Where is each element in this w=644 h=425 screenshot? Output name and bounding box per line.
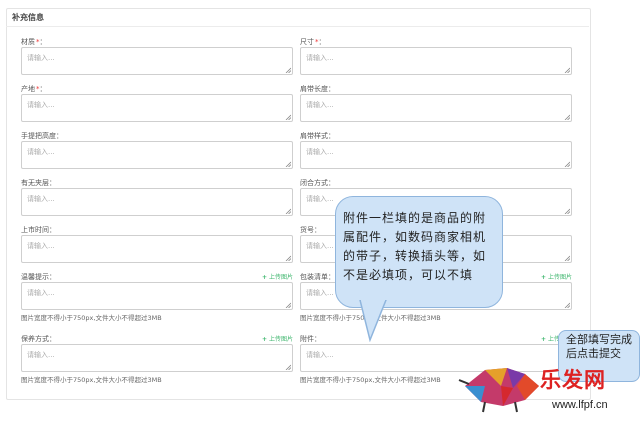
strap-style-label: 肩带样式 [300,132,328,140]
handle-height-input[interactable]: 请输入... [21,141,293,169]
maintenance-label: 保养方式 [21,335,49,343]
strap-style-input[interactable]: 请输入... [300,141,572,169]
warm-tips-upload-button[interactable]: + 上传图片 [262,272,293,281]
interlayer-input[interactable]: 请输入... [21,188,293,216]
model-label: 货号 [300,226,314,234]
package-list-upload-button[interactable]: + 上传图片 [541,272,572,281]
bubble-tail [359,300,387,342]
resize-grip-icon[interactable] [285,114,291,120]
resize-grip-icon[interactable] [285,161,291,167]
resize-grip-icon[interactable] [564,255,570,261]
resize-grip-icon[interactable] [564,114,570,120]
section-divider [6,26,589,27]
launch-time-label: 上市时间 [21,226,49,234]
image-size-hint: 图片宽度不得小于750px,文件大小不得超过3MB [21,314,162,322]
resize-grip-icon[interactable] [285,208,291,214]
size-label: 尺寸 [300,38,314,46]
resize-grip-icon[interactable] [564,67,570,73]
annotation-text: 附件一栏填的是商品的附属配件，如数码商家相机的带子，转换插头等，如不是必填项，可… [343,211,487,282]
watermark-text: 乐发网 [540,367,606,392]
resize-grip-icon[interactable] [564,161,570,167]
handle-height-label: 手提把高度 [21,132,56,140]
interlayer-label: 有无夹层 [21,179,49,187]
package-list-label: 包装清单 [300,273,328,281]
image-size-hint: 图片宽度不得小于750px,文件大小不得超过3MB [21,376,162,384]
material-input[interactable]: 请输入... [21,47,293,75]
strap-length-label: 肩带长度 [300,85,328,93]
accessories-label: 附件 [300,335,314,343]
strap-length-input[interactable]: 请输入... [300,94,572,122]
plus-icon: + [261,336,267,343]
resize-grip-icon[interactable] [285,302,291,308]
resize-grip-icon[interactable] [564,302,570,308]
origin-label: 产地 [21,85,35,93]
plus-icon: + [261,274,267,281]
plus-icon: + [540,274,546,281]
resize-grip-icon[interactable] [285,67,291,73]
maintenance-input[interactable]: 请输入... [21,344,293,372]
closure-label: 闭合方式 [300,179,328,187]
warm-tips-input[interactable]: 请输入... [21,282,293,310]
plus-icon: + [540,336,546,343]
watermark-bull-logo [458,368,539,413]
submit-note-text: 全部填写完成后点击提交 [566,333,632,360]
material-label: 材质 [21,38,35,46]
resize-grip-icon[interactable] [285,364,291,370]
size-input[interactable]: 请输入... [300,47,572,75]
resize-grip-icon[interactable] [285,255,291,261]
origin-input[interactable]: 请输入... [21,94,293,122]
resize-grip-icon[interactable] [564,208,570,214]
section-title: 补充信息 [12,13,44,22]
warm-tips-label: 温馨提示 [21,273,49,281]
maintenance-upload-button[interactable]: + 上传图片 [262,334,293,343]
launch-time-input[interactable]: 请输入... [21,235,293,263]
image-size-hint: 图片宽度不得小于750px,文件大小不得超过3MB [300,376,441,384]
watermark-url: www.lfpf.cn [552,399,608,411]
